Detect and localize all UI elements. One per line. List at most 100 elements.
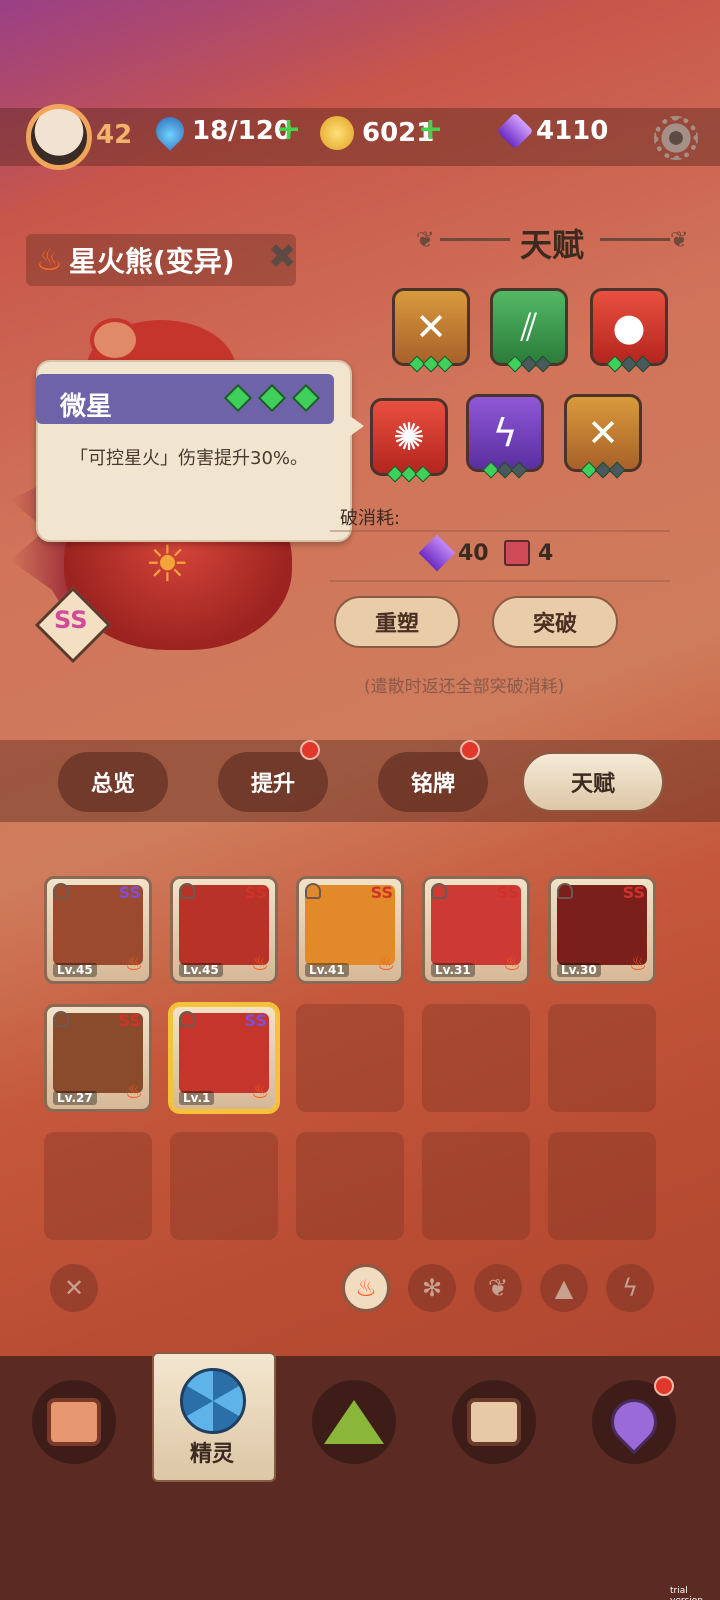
creature-card[interactable]: SS Lv.31 ♨ (422, 876, 530, 984)
creature-card[interactable]: SS Lv.27 ♨ (44, 1004, 152, 1112)
gear-icon[interactable] (654, 116, 698, 160)
release-icon[interactable]: ✖ (268, 240, 302, 274)
breakthrough-cost-label: 破消耗: (340, 508, 401, 529)
breakthrough-button[interactable]: 突破 (492, 596, 618, 648)
console-icon (47, 1398, 101, 1446)
tooltip-title: 微星 (60, 392, 113, 422)
aperture-icon (180, 1368, 246, 1434)
player-avatar[interactable] (26, 104, 92, 170)
rank-label: SS (118, 883, 141, 902)
add-stamina-button[interactable]: + (276, 112, 301, 147)
refund-note: (遣散时返还全部突破消耗) (364, 677, 565, 697)
mountain-icon (324, 1400, 384, 1444)
empty-slot (548, 1132, 656, 1240)
talent-skill-3[interactable]: ● (590, 288, 668, 373)
player-level: 42 (96, 120, 133, 150)
chest-icon (467, 1398, 521, 1446)
creature-card[interactable]: SS Lv.1 ♨ (170, 1004, 278, 1112)
rank-label: SS (496, 883, 519, 902)
divider (330, 580, 670, 582)
rank-label: SS (118, 1011, 141, 1030)
lock-icon (557, 883, 573, 899)
level-label: Lv.31 (431, 963, 475, 977)
level-label: Lv.45 (53, 963, 97, 977)
nav-creatures-label: 精灵 (190, 1442, 235, 1467)
tooltip-arrow (350, 416, 364, 436)
creature-card[interactable]: SS Lv.45 ♨ (170, 876, 278, 984)
fire-element-icon: ♨ (36, 242, 63, 278)
skill-book-icon (504, 540, 530, 566)
rank-label: SS (370, 883, 393, 902)
talent-skill-5[interactable]: ϟ (466, 394, 544, 479)
gem-value: 4110 (536, 116, 609, 146)
tab-nameplate-badge (460, 740, 480, 760)
level-label: Lv.41 (305, 963, 349, 977)
level-label: Lv.27 (53, 1091, 97, 1105)
lightning-icon: ϟ (492, 411, 518, 455)
tab-overview[interactable]: 总览 (58, 752, 168, 812)
purple-gem-icon (496, 112, 534, 150)
lightning-icon[interactable]: ϟ (606, 1264, 654, 1312)
nav-explore[interactable] (312, 1380, 396, 1464)
tab-upgrade[interactable]: 提升 (218, 752, 328, 812)
rank-label: SS (622, 883, 645, 902)
empty-slot (296, 1132, 404, 1240)
rank-badge-text: SS (54, 606, 88, 634)
leaf-icon[interactable]: ❦ (474, 1264, 522, 1312)
talent-skill-2[interactable]: ⫽ (490, 288, 568, 373)
fire-ring-icon: ✺ (393, 415, 425, 459)
crossed-claws-icon: ✕ (587, 411, 619, 455)
snowflake-icon[interactable]: ✻ (408, 1264, 456, 1312)
tooltip-description: 「可控星火」伤害提升30%。 (70, 448, 309, 469)
rank-label: SS (244, 1011, 267, 1030)
talent-skill-6[interactable]: ✕ (564, 394, 642, 479)
talent-skill-4[interactable]: ✺ (370, 398, 448, 483)
fire-icon[interactable]: ♨ (342, 1264, 390, 1312)
creature-name: 星火熊(变异) (68, 245, 235, 278)
gem-counter: 4110 (496, 112, 609, 150)
ornament-left-icon: ❦ (416, 228, 435, 253)
empty-slot (548, 1004, 656, 1112)
lock-icon (179, 1011, 195, 1027)
fire-icon: ♨ (377, 951, 395, 975)
creature-card[interactable]: SS Lv.30 ♨ (548, 876, 656, 984)
empty-slot (170, 1132, 278, 1240)
fire-icon: ♨ (125, 1079, 143, 1103)
crossed-claws-icon: ✕ (415, 305, 447, 349)
level-label: Lv.45 (179, 963, 223, 977)
nav-inventory[interactable] (32, 1380, 116, 1464)
fire-icon: ♨ (251, 1079, 269, 1103)
creature-name-banner: ♨ 星火熊(变异) (26, 234, 296, 286)
sun-spiral-emblem: ☀ (145, 535, 190, 593)
nav-map-badge (654, 1376, 674, 1396)
gem-cost: 40 (418, 534, 489, 572)
add-coin-button[interactable]: + (418, 112, 443, 147)
nav-chest[interactable] (452, 1380, 536, 1464)
creature-card[interactable]: SS Lv.41 ♨ (296, 876, 404, 984)
green-gem-icon (223, 383, 253, 413)
book-cost-value: 4 (538, 540, 554, 566)
fire-icon: ♨ (251, 951, 269, 975)
divider (330, 530, 670, 532)
empty-slot (296, 1004, 404, 1112)
tab-talent[interactable]: 天赋 (522, 752, 664, 812)
rock-icon[interactable]: ▲ (540, 1264, 588, 1312)
watermark: trial version (670, 1586, 703, 1600)
empty-slot (422, 1132, 530, 1240)
level-label: Lv.30 (557, 963, 601, 977)
talent-skill-1[interactable]: ✕ (392, 288, 470, 373)
fire-icon: ♨ (125, 951, 143, 975)
green-gem-icon (257, 383, 287, 413)
stamina-counter: 18/120 (150, 111, 292, 151)
close-icon[interactable]: ✕ (50, 1264, 98, 1312)
level-label: Lv.1 (179, 1091, 215, 1105)
lock-icon (305, 883, 321, 899)
title-divider-right (600, 238, 670, 241)
reshape-button[interactable]: 重塑 (334, 596, 460, 648)
ornament-right-icon: ❦ (670, 228, 689, 253)
lock-icon (53, 1011, 69, 1027)
creature-card[interactable]: SS Lv.45 ♨ (44, 876, 152, 984)
map-pin-icon (601, 1389, 667, 1455)
empty-slot (422, 1004, 530, 1112)
tab-nameplate[interactable]: 铭牌 (378, 752, 488, 812)
